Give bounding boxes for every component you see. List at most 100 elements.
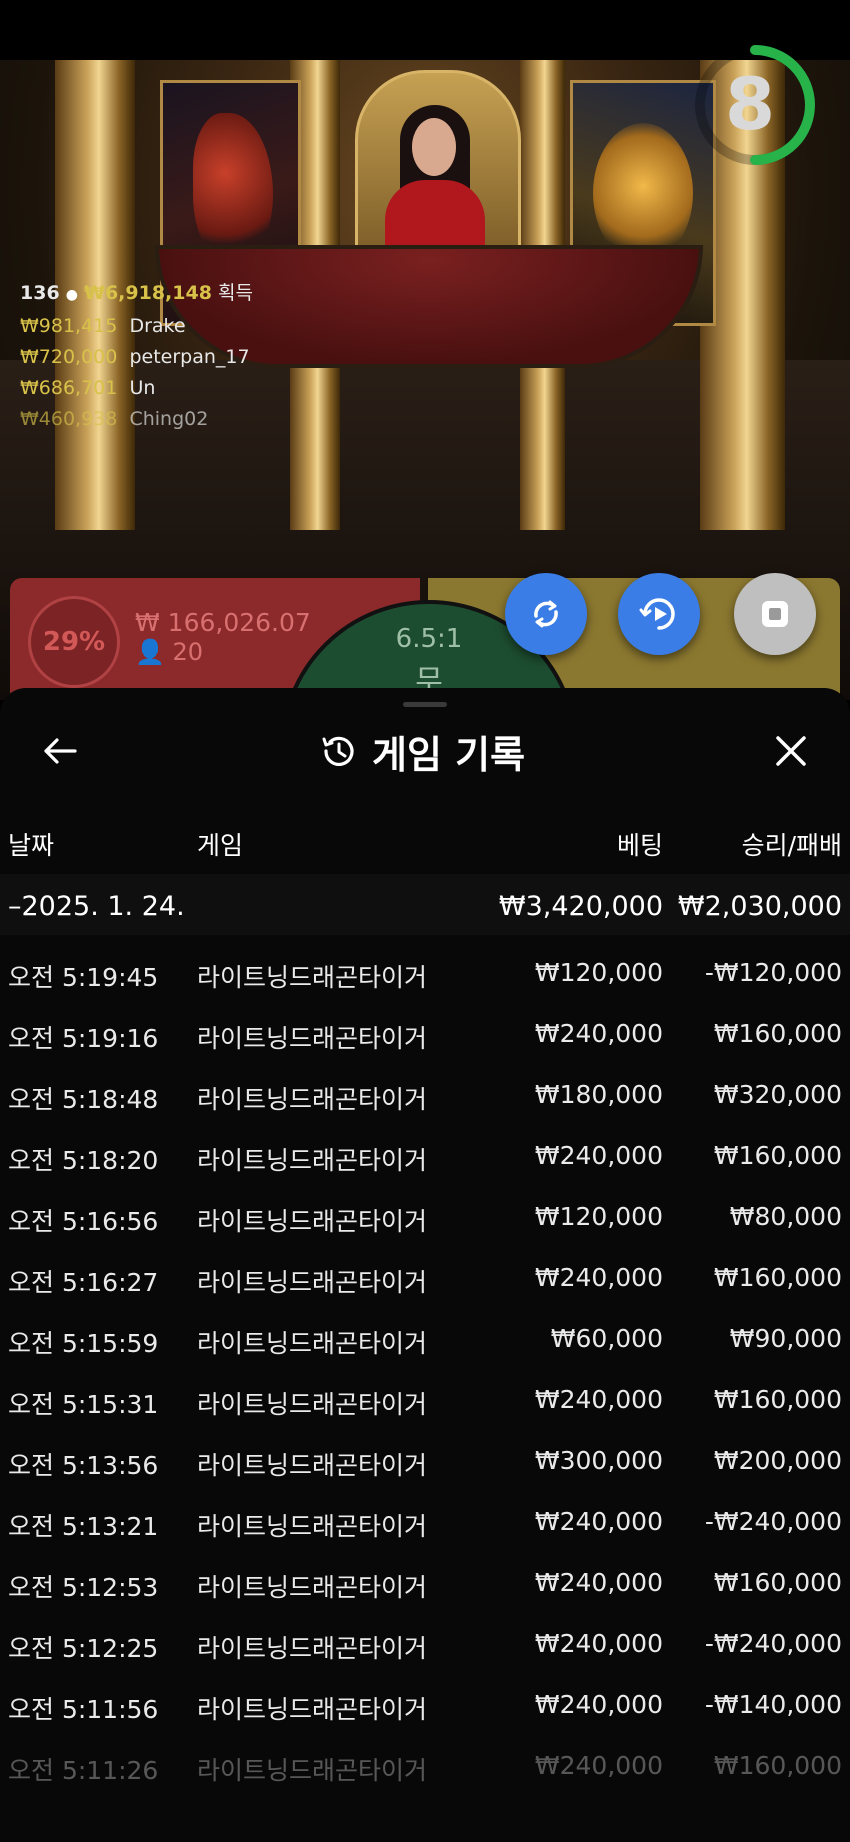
row-time: 오전 5:16:56	[8, 1207, 159, 1236]
row-result: ₩80,000	[729, 1202, 842, 1231]
table-row[interactable]: 오전 5:12:25 라이트닝드래곤타이거 ₩240,000 -₩240,000	[0, 1612, 850, 1673]
arrow-left-icon	[44, 738, 77, 764]
row-time: 오전 5:12:53	[8, 1573, 159, 1602]
row-bet: ₩240,000	[534, 1690, 663, 1719]
dragon-percent: 29%	[28, 596, 120, 688]
column-header-result: 승리/패배	[741, 831, 842, 860]
sheet-handle[interactable]	[403, 702, 447, 707]
row-time: 오전 5:19:16	[8, 1024, 159, 1053]
table-row[interactable]: 오전 5:18:48 라이트닝드래곤타이거 ₩180,000 ₩320,000	[0, 1063, 850, 1124]
column-header-bet: 베팅	[616, 831, 663, 860]
repeat-bet-button[interactable]	[505, 573, 587, 655]
winner-name: Ching02	[129, 408, 209, 430]
dragon-players: 20	[172, 638, 204, 666]
row-time: 오전 5:13:56	[8, 1451, 159, 1480]
row-game: 라이트닝드래곤타이거	[197, 1451, 428, 1480]
tiger-image	[593, 123, 693, 263]
row-time: 오전 5:11:26	[8, 1756, 159, 1785]
table-row[interactable]: 오전 5:15:59 라이트닝드래곤타이거 ₩60,000 ₩90,000	[0, 1307, 850, 1368]
row-bet: ₩120,000	[534, 958, 663, 987]
row-time: 오전 5:11:56	[8, 1695, 159, 1724]
row-game: 라이트닝드래곤타이거	[197, 1512, 428, 1541]
winner-amount: ₩720,000	[20, 346, 118, 368]
row-bet: ₩240,000	[534, 1019, 663, 1048]
row-game: 라이트닝드래곤타이거	[197, 1146, 428, 1175]
row-result: ₩320,000	[713, 1080, 842, 1109]
close-button[interactable]	[766, 726, 816, 776]
row-game: 라이트닝드래곤타이거	[197, 1756, 428, 1785]
row-result: -₩240,000	[704, 1629, 842, 1658]
back-button[interactable]	[35, 726, 85, 776]
row-result: ₩200,000	[713, 1446, 842, 1475]
winner-amount: ₩686,701	[20, 377, 118, 399]
row-bet: ₩240,000	[534, 1263, 663, 1292]
winner-name: Drake	[129, 315, 186, 337]
dragon-player-count: 👤 20	[135, 638, 203, 666]
row-game: 라이트닝드래곤타이거	[197, 963, 428, 992]
date-summary-row[interactable]: –2025. 1. 24. ₩3,420,000 ₩2,030,000	[0, 874, 850, 935]
table-row[interactable]: 오전 5:13:21 라이트닝드래곤타이거 ₩240,000 -₩240,000	[0, 1490, 850, 1551]
table-row[interactable]: 오전 5:16:27 라이트닝드래곤타이거 ₩240,000 ₩160,000	[0, 1246, 850, 1307]
summary-date: –2025. 1. 24.	[8, 891, 185, 922]
row-result: -₩240,000	[704, 1507, 842, 1536]
repeat-icon	[534, 600, 558, 628]
stop-button[interactable]	[734, 573, 816, 655]
row-result: ₩160,000	[713, 1385, 842, 1414]
table-row[interactable]: 오전 5:11:56 라이트닝드래곤타이거 ₩240,000 -₩140,000	[0, 1673, 850, 1734]
table-row[interactable]: 오전 5:12:53 라이트닝드래곤타이거 ₩240,000 ₩160,000	[0, 1551, 850, 1612]
table-row[interactable]: 오전 5:16:56 라이트닝드래곤타이거 ₩120,000 ₩80,000	[0, 1185, 850, 1246]
row-result: ₩160,000	[713, 1751, 842, 1780]
stop-icon	[762, 601, 788, 627]
winner-amount: ₩460,938	[20, 408, 118, 430]
row-result: -₩140,000	[704, 1690, 842, 1719]
person-icon: ●	[65, 287, 78, 303]
row-time: 오전 5:15:59	[8, 1329, 159, 1358]
row-time: 오전 5:16:27	[8, 1268, 159, 1297]
winner-entry: ₩460,938 Ching02	[20, 404, 253, 435]
total-won: ₩6,918,148	[83, 282, 212, 304]
row-bet: ₩240,000	[534, 1507, 663, 1536]
row-result: ₩160,000	[713, 1263, 842, 1292]
column-header-date: 날짜	[8, 831, 55, 860]
row-game: 라이트닝드래곤타이거	[197, 1329, 428, 1358]
row-bet: ₩240,000	[534, 1629, 663, 1658]
table-row[interactable]: 오전 5:19:16 라이트닝드래곤타이거 ₩240,000 ₩160,000	[0, 1002, 850, 1063]
table-row[interactable]: 오전 5:11:26 라이트닝드래곤타이거 ₩240,000 ₩160,000	[0, 1734, 850, 1795]
row-result: ₩160,000	[713, 1568, 842, 1597]
row-bet: ₩240,000	[534, 1141, 663, 1170]
history-icon	[322, 736, 354, 766]
winner-entry: ₩981,415 Drake	[20, 311, 253, 342]
row-result: -₩120,000	[704, 958, 842, 987]
row-time: 오전 5:18:48	[8, 1085, 159, 1114]
table-row[interactable]: 오전 5:15:31 라이트닝드래곤타이거 ₩240,000 ₩160,000	[0, 1368, 850, 1429]
row-time: 오전 5:15:31	[8, 1390, 159, 1419]
row-game: 라이트닝드래곤타이거	[197, 1085, 428, 1114]
table-row[interactable]: 오전 5:13:56 라이트닝드래곤타이거 ₩300,000 ₩200,000	[0, 1429, 850, 1490]
winner-name: Un	[129, 377, 156, 399]
winner-name: peterpan_17	[129, 346, 250, 368]
countdown-timer: 8	[724, 62, 776, 146]
row-time: 오전 5:18:20	[8, 1146, 159, 1175]
winner-entry: ₩720,000 peterpan_17	[20, 342, 253, 373]
dragon-image	[193, 113, 273, 263]
winner-entry: ₩686,701 Un	[20, 373, 253, 404]
row-time: 오전 5:13:21	[8, 1512, 159, 1541]
row-bet: ₩60,000	[550, 1324, 663, 1353]
row-game: 라이트닝드래곤타이거	[197, 1695, 428, 1724]
table-row[interactable]: 오전 5:18:20 라이트닝드래곤타이거 ₩240,000 ₩160,000	[0, 1124, 850, 1185]
winners-summary: 136 ● ₩6,918,148 획득	[20, 278, 253, 311]
row-game: 라이트닝드래곤타이거	[197, 1573, 428, 1602]
table-row[interactable]: 오전 5:19:45 라이트닝드래곤타이거 ₩120,000 -₩120,000	[0, 941, 850, 1002]
row-bet: ₩120,000	[534, 1202, 663, 1231]
summary-bet: ₩3,420,000	[498, 891, 663, 922]
autoplay-button[interactable]	[618, 573, 700, 655]
row-time: 오전 5:19:45	[8, 963, 159, 992]
page-title: 게임 기록	[372, 732, 526, 777]
row-result: ₩160,000	[713, 1019, 842, 1048]
player-count: 136	[20, 282, 60, 304]
row-game: 라이트닝드래곤타이거	[197, 1268, 428, 1297]
autoplay-icon	[639, 598, 675, 630]
row-result: ₩160,000	[713, 1141, 842, 1170]
row-game: 라이트닝드래곤타이거	[197, 1207, 428, 1236]
row-game: 라이트닝드래곤타이거	[197, 1024, 428, 1053]
